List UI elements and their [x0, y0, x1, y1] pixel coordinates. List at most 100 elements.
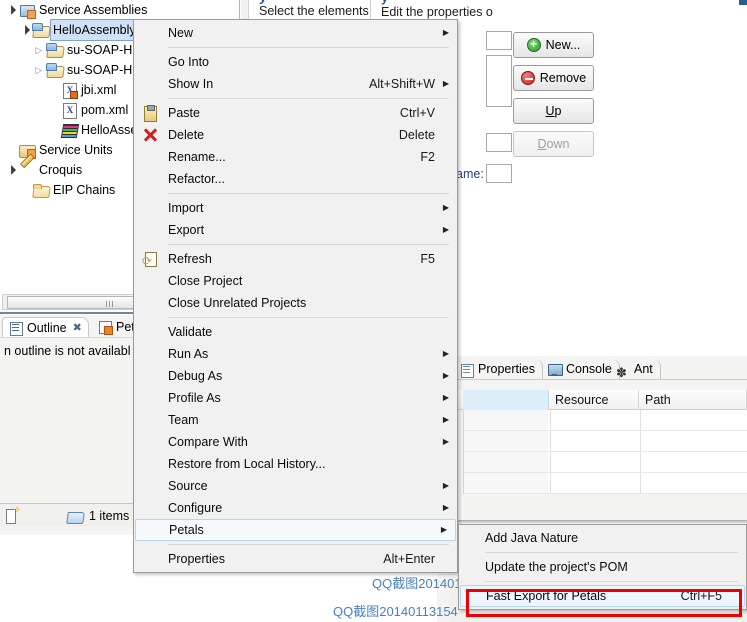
decorative-sliver: [739, 0, 747, 5]
context-menu[interactable]: New ▶ Go Into Show In Alt+Shift+W ▶ Paste Ctrl+…: [133, 19, 458, 573]
menu-item-label: Rename...: [168, 150, 226, 164]
new-button-label: New...: [545, 38, 581, 52]
table-row[interactable]: [464, 473, 747, 494]
tab-outline[interactable]: Outline ✖: [2, 317, 89, 337]
tab-properties[interactable]: Properties: [453, 359, 543, 380]
remove-button-label: Remove: [539, 71, 587, 85]
zip-artifact-field[interactable]: [486, 133, 512, 152]
table-row[interactable]: [464, 410, 747, 431]
table-row[interactable]: [464, 431, 747, 452]
submenu-item-fast-export-for-petals[interactable]: Fast Export for Petals Ctrl+F5: [460, 585, 745, 607]
menu-item-label: Close Project: [168, 274, 243, 288]
chevron-down-icon[interactable]: [4, 160, 18, 180]
plus-circle-icon: [526, 37, 541, 52]
menu-item-label: Properties: [168, 552, 225, 566]
submenu-item-shortcut: Ctrl+F5: [680, 589, 722, 603]
folder-open-icon: [32, 182, 50, 198]
menu-item-validate[interactable]: Validate: [134, 321, 457, 343]
tab-ant[interactable]: Ant: [609, 359, 661, 383]
name-field[interactable]: [486, 31, 512, 50]
tree-item-label: Croquis: [39, 163, 83, 177]
close-icon[interactable]: ✖: [73, 318, 82, 338]
description-field[interactable]: [486, 55, 512, 107]
menu-separator: [168, 244, 449, 245]
menu-item-refactor[interactable]: Refactor...: [134, 168, 457, 190]
chevron-right-icon: ▶: [442, 349, 449, 358]
view-toolbar-spacer: [449, 380, 747, 390]
menu-item-rename[interactable]: Rename... F2: [134, 146, 457, 168]
menu-item-delete[interactable]: Delete Delete: [134, 124, 457, 146]
tree-item-label: HelloAssembly: [50, 19, 139, 41]
menu-item-close-project[interactable]: Close Project: [134, 270, 457, 292]
menu-item-label: Profile As: [168, 391, 221, 405]
menu-item-paste[interactable]: Paste Ctrl+V: [134, 102, 457, 124]
menu-item-petals[interactable]: Petals ▶: [135, 519, 456, 541]
menu-item-refresh[interactable]: Refresh F5: [134, 248, 457, 272]
menu-item-import[interactable]: Import ▶: [134, 197, 457, 219]
chevron-down-icon[interactable]: [4, 0, 18, 20]
tree-item-service-assemblies[interactable]: Service Assemblies: [0, 0, 239, 20]
chevron-right-icon: ▶: [442, 371, 449, 380]
menu-item-label: Petals: [169, 523, 204, 537]
new-button[interactable]: New...: [513, 32, 594, 58]
menu-item-label: Paste: [168, 106, 200, 120]
table-header-resource[interactable]: Resource: [549, 390, 639, 410]
menu-item-debug-as[interactable]: Debug As ▶: [134, 365, 457, 387]
menu-item-profile-as[interactable]: Profile As ▶: [134, 387, 457, 409]
chevron-down-icon[interactable]: [18, 20, 32, 40]
chevron-right-icon: ▶: [442, 503, 449, 512]
menu-separator: [168, 544, 449, 545]
properties-form-subtitle: Edit the properties o: [381, 5, 493, 19]
menu-item-restore-from-local-history[interactable]: Restore from Local History...: [134, 453, 457, 475]
menu-item-shortcut: F5: [420, 252, 435, 266]
submenu-item-add-java-nature[interactable]: Add Java Nature: [459, 527, 746, 549]
table-row[interactable]: [464, 452, 747, 473]
menu-item-label: Source: [168, 479, 208, 493]
tree-item-label: Service Units: [39, 143, 113, 157]
menu-item-compare-with[interactable]: Compare With ▶: [134, 431, 457, 453]
menu-item-run-as[interactable]: Run As ▶: [134, 343, 457, 365]
stack-icon: [60, 122, 78, 138]
table-header-path[interactable]: Path: [639, 390, 747, 410]
chevron-right-icon: ▶: [442, 28, 449, 37]
submenu-item-label: Update the project's POM: [485, 560, 628, 574]
properties-icon: [460, 363, 474, 378]
menu-item-new[interactable]: New ▶: [134, 22, 457, 44]
watermark-line2: QQ截图20140113154: [333, 604, 458, 619]
menu-item-close-unrelated-projects[interactable]: Close Unrelated Projects: [134, 292, 457, 314]
petals-icon: [98, 320, 113, 335]
menu-item-label: Delete: [168, 128, 205, 142]
menu-item-label: Refactor...: [168, 172, 225, 186]
component-name-field[interactable]: [486, 164, 512, 183]
screenshot-root: Service Assemblies HelloAssembly su-SOAP-H…: [0, 0, 747, 622]
up-button[interactable]: Up: [513, 98, 594, 124]
remove-button[interactable]: Remove: [513, 65, 594, 91]
tab-properties-label: Properties: [478, 362, 535, 376]
menu-item-team[interactable]: Team ▶: [134, 409, 457, 431]
menu-item-label: Export: [168, 223, 205, 237]
submenu-item-update-the-project-s-pom[interactable]: Update the project's POM: [459, 556, 746, 578]
up-button-label: Up: [545, 104, 562, 118]
menu-item-shortcut: F2: [420, 150, 435, 164]
results-table-body[interactable]: [463, 410, 747, 494]
new-item-icon: [2, 505, 22, 525]
submenu-separator: [485, 552, 738, 553]
menu-item-go-into[interactable]: Go Into: [134, 51, 457, 73]
petals-submenu[interactable]: Add Java Nature Update the project's POM F…: [458, 524, 747, 610]
chevron-right-icon: ▶: [442, 225, 449, 234]
menu-item-properties[interactable]: Properties Alt+Enter: [134, 548, 457, 570]
editor-button-column: New... Remove Up Down: [513, 32, 599, 164]
menu-item-show-in[interactable]: Show In Alt+Shift+W ▶: [134, 73, 457, 95]
menu-item-source[interactable]: Source ▶: [134, 475, 457, 497]
chevron-right-icon[interactable]: [32, 40, 46, 61]
menu-item-label: Debug As: [168, 369, 223, 383]
menu-item-configure[interactable]: Configure ▶: [134, 497, 457, 519]
outline-icon: [9, 321, 23, 336]
menu-item-label: New: [168, 26, 194, 40]
chevron-right-icon: ▶: [440, 525, 447, 534]
table-header-blank[interactable]: [463, 390, 549, 410]
ant-icon: [616, 362, 630, 383]
delete-icon: [142, 127, 158, 143]
menu-item-export[interactable]: Export ▶: [134, 219, 457, 241]
chevron-right-icon[interactable]: [32, 60, 46, 81]
